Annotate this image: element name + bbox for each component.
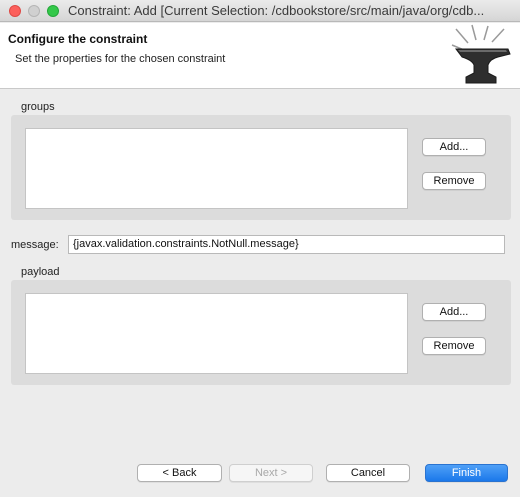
payload-remove-button[interactable]: Remove xyxy=(422,337,486,355)
page-title: Configure the constraint xyxy=(8,32,148,46)
minimize-window-button[interactable] xyxy=(28,5,40,17)
groups-label: groups xyxy=(21,101,55,113)
cancel-button[interactable]: Cancel xyxy=(326,464,410,482)
finish-button[interactable]: Finish xyxy=(425,464,508,482)
message-label: message: xyxy=(11,239,59,251)
payload-label: payload xyxy=(21,266,60,278)
anvil-icon xyxy=(451,24,511,84)
payload-add-button[interactable]: Add... xyxy=(422,303,486,321)
next-button[interactable]: Next > xyxy=(229,464,313,482)
message-input[interactable]: {javax.validation.constraints.NotNull.me… xyxy=(68,235,505,254)
window-title: Constraint: Add [Current Selection: /cdb… xyxy=(68,3,485,18)
maximize-window-button[interactable] xyxy=(47,5,59,17)
payload-list[interactable] xyxy=(25,293,408,374)
groups-add-button[interactable]: Add... xyxy=(422,138,486,156)
payload-panel: Add... Remove xyxy=(11,280,511,385)
groups-remove-button[interactable]: Remove xyxy=(422,172,486,190)
back-button[interactable]: < Back xyxy=(137,464,222,482)
groups-list[interactable] xyxy=(25,128,408,209)
page-description: Set the properties for the chosen constr… xyxy=(15,53,226,65)
close-window-button[interactable] xyxy=(9,5,21,17)
wizard-header: Configure the constraint Set the propert… xyxy=(0,23,520,89)
groups-panel: Add... Remove xyxy=(11,115,511,220)
window-titlebar[interactable]: Constraint: Add [Current Selection: /cdb… xyxy=(0,0,520,22)
